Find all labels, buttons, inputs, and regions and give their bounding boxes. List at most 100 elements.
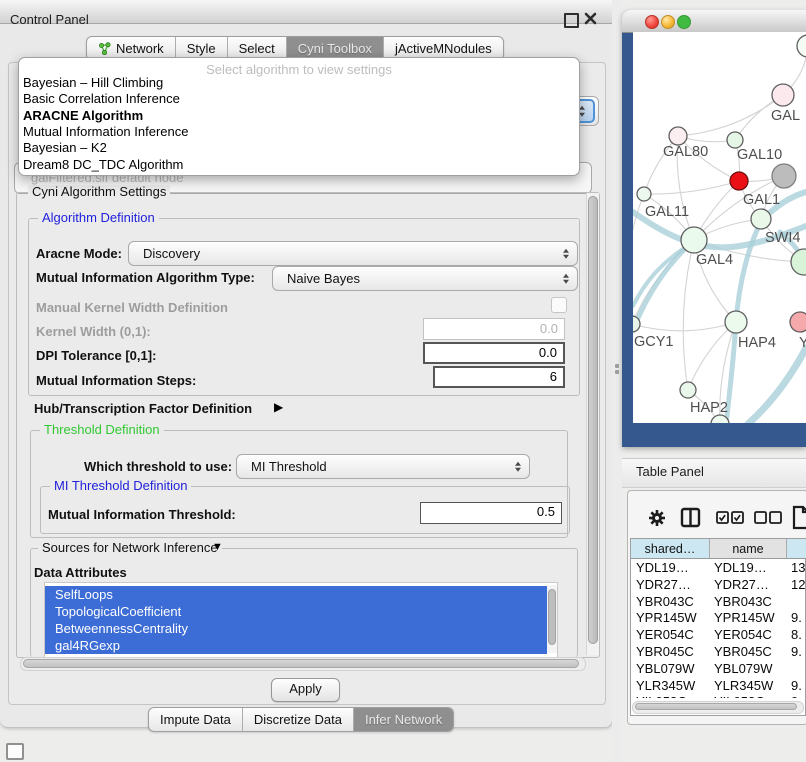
network-node-gal1[interactable] [730,172,748,190]
restore-panel-icon[interactable] [6,743,24,760]
data-attribute-option[interactable]: BetweennessCentrality [45,620,547,637]
data-attribute-option[interactable]: SelfLoops [45,586,547,603]
manual-kernel-width-checkbox[interactable] [551,297,567,313]
cell: 13 [791,559,805,576]
cell: YPR145W [714,609,775,626]
cell: YBR045C [636,643,694,660]
table-row[interactable]: YLR345WYLR345W9. [631,677,805,694]
network-node-arc-top[interactable] [797,35,806,57]
expand-arrow-icon[interactable]: ▶ [274,400,283,414]
dpi-tolerance-field[interactable]: 0.0 [423,342,565,364]
node-label-gal10: GAL10 [737,147,782,163]
algorithm-option-basic-correlation-inference[interactable]: Basic Correlation Inference [23,91,575,107]
kernel-width-field[interactable]: 0.0 [423,318,565,340]
data-attributes-list[interactable]: SelfLoopsTopologicalCoefficientBetweenne… [44,582,558,658]
table-row[interactable]: YDL19…YDL19…13 [631,559,805,576]
table-row[interactable]: YDR27…YDR27…12 [631,576,805,593]
algorithm-dropdown-popup: Select algorithm to view settings Bayesi… [18,57,580,176]
algorithm-option-bayesian-hill-climbing[interactable]: Bayesian – Hill Climbing [23,75,575,91]
network-node-gal10[interactable] [727,132,743,148]
network-node-gal[interactable] [772,84,794,106]
combo-arrows-icon [563,273,569,284]
network-node-big-gray[interactable] [772,164,796,188]
cell: YLR345W [714,677,773,694]
algorithm-option-aracne-algorithm[interactable]: ARACNE Algorithm [23,108,575,124]
network-canvas[interactable]: GALGAL80GAL10GAL1GAL11SWI4GAL4GCY1HAP4YH… [633,32,806,423]
splitter-handle[interactable] [615,364,619,368]
deselect-all-columns-button[interactable] [753,510,782,524]
zoom-traffic-light-icon[interactable] [677,15,691,29]
algorithm-option-mutual-information-inference[interactable]: Mutual Information Inference [23,124,575,140]
network-node-gal11[interactable] [637,187,651,201]
network-node-gal80[interactable] [669,127,687,145]
cyni-settings-frame-title: Cyni Algorithm Settings [28,185,170,199]
data-attribute-option[interactable]: gal4RGexp [45,637,547,654]
close-icon-glyph [584,12,597,25]
list-scrollbar[interactable] [547,585,557,653]
column-header-name[interactable]: name [710,539,787,559]
mi-threshold-title: MI Threshold Definition [50,479,191,493]
split-columns-button[interactable] [679,506,701,528]
settings-vertical-scrollbar[interactable] [586,193,599,655]
table-row[interactable]: YBR045CYBR045C9. [631,643,805,660]
list-scrollbar-thumb[interactable] [548,589,556,645]
mi-algorithm-type-label: Mutual Information Algorithm Type: [36,270,255,285]
bottom-tab-infer-network[interactable]: Infer Network [354,708,453,731]
mi-steps-field[interactable]: 6 [433,366,565,388]
data-attribute-option[interactable]: TopologicalCoefficient [45,603,547,620]
table-hscroll-thumb[interactable] [635,703,797,710]
column-header-a[interactable]: A [787,539,806,559]
control-panel-titlebar[interactable] [0,0,612,24]
node-label-hap4: HAP4 [738,335,776,351]
mutual-info-threshold-field[interactable]: 0.5 [420,502,562,524]
bottom-tab-impute-data[interactable]: Impute Data [149,708,243,731]
table-settings-button[interactable] [646,507,667,528]
bottom-tab-discretize-data[interactable]: Discretize Data [243,708,354,731]
collapse-arrow-icon[interactable]: ▼ [212,541,223,553]
float-window-icon[interactable] [564,13,579,28]
dpi-tolerance-label: DPI Tolerance [0,1]: [36,348,156,363]
settings-horizontal-scrollbar[interactable] [20,657,586,671]
table-row[interactable]: YBL079WYBL079W [631,660,805,677]
split-columns-icon [680,507,701,528]
panel-splitter[interactable] [612,0,622,762]
network-node-green-right[interactable] [791,249,806,275]
network-node-hap4[interactable] [725,311,747,333]
which-threshold-combobox[interactable]: MI Threshold [236,454,530,479]
table-row[interactable]: YPR145WYPR145W9. [631,609,805,626]
network-node-swi4[interactable] [751,209,771,229]
apply-button[interactable]: Apply [271,678,340,702]
node-label-gal4: GAL4 [696,252,733,268]
table-rows: YDL19…YDL19…13YDR27…YDR27…12YBR043CYBR04… [631,559,805,698]
network-node-hap2[interactable] [680,382,696,398]
node-label-gal80: GAL80 [663,144,708,160]
cell: 9. [791,643,802,660]
hub-definition-label[interactable]: Hub/Transcription Factor Definition [34,401,252,416]
settings-vscroll-thumb[interactable] [588,196,598,644]
network-node-gal4[interactable] [681,227,707,253]
algorithm-option-bayesian-k2[interactable]: Bayesian – K2 [23,140,575,156]
table-row[interactable]: YIL053CYIL053C9. [631,693,805,698]
network-node-y[interactable] [790,312,806,332]
aracne-mode-combobox[interactable]: Discovery [128,241,578,266]
cell: 9. [791,677,802,694]
select-all-columns-button[interactable] [715,510,744,524]
table-row[interactable]: YER054CYER054C8. [631,626,805,643]
node-label-gal1: GAL1 [743,192,780,208]
column-header-shared[interactable]: shared… [631,539,710,559]
export-table-button[interactable] [791,504,806,530]
close-traffic-light-icon[interactable] [645,15,659,29]
which-threshold-label: Which threshold to use: [84,459,232,474]
close-icon[interactable] [584,12,597,25]
algorithm-definition-title: Algorithm Definition [38,211,159,225]
table-row[interactable]: YBR043CYBR043C [631,593,805,610]
mi-algorithm-type-combobox[interactable]: Naive Bayes [272,266,578,291]
minimize-traffic-light-icon[interactable] [661,15,675,29]
settings-hscroll-thumb[interactable] [23,659,579,668]
algorithm-option-dream8-dc-tdc-algorithm[interactable]: Dream8 DC_TDC Algorithm [23,157,575,173]
sources-title: Sources for Network Inference [38,541,222,555]
bottom-tab-discretize-data-label: Discretize Data [254,708,342,731]
which-threshold-value: MI Threshold [251,455,327,478]
table-horizontal-scrollbar[interactable] [632,701,804,714]
combo-arrows-icon [563,248,569,259]
